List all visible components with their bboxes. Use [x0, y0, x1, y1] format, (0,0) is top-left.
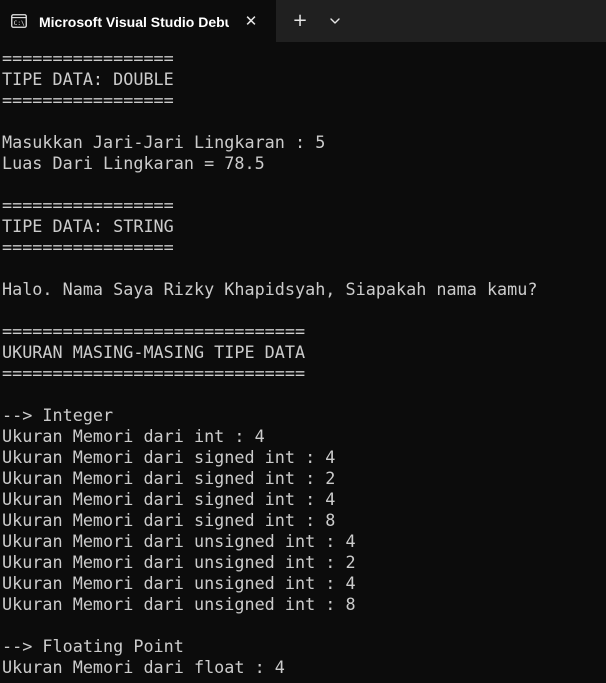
- console-line: Ukuran Memori dari unsigned int : 4: [2, 573, 356, 593]
- console-line: ==============================: [2, 321, 306, 341]
- console-line: =================: [2, 195, 174, 215]
- console-line: =================: [2, 48, 174, 68]
- tab-title: Microsoft Visual Studio Debug Console: [39, 14, 229, 30]
- console-line: Halo. Nama Saya Rizky Khapidsyah, Siapak…: [2, 279, 538, 299]
- console-tab[interactable]: C:\ Microsoft Visual Studio Debug Consol…: [0, 0, 276, 42]
- console-line: Ukuran Memori dari signed int : 4: [2, 447, 336, 467]
- console-line: Masukkan Jari-Jari Lingkaran : 5: [2, 132, 326, 152]
- console-line: Ukuran Memori dari signed int : 4: [2, 489, 336, 509]
- console-line: TIPE DATA: STRING: [2, 216, 174, 236]
- console-output[interactable]: ================= TIPE DATA: DOUBLE ====…: [0, 42, 606, 683]
- console-line: Luas Dari Lingkaran = 78.5: [2, 153, 265, 173]
- console-line: =================: [2, 237, 174, 257]
- console-line: Ukuran Memori dari unsigned int : 8: [2, 594, 356, 614]
- console-line: Ukuran Memori dari signed int : 8: [2, 510, 336, 530]
- chevron-down-icon[interactable]: [323, 9, 347, 33]
- console-line: --> Floating Point: [2, 636, 184, 656]
- console-line: --> Integer: [2, 405, 114, 425]
- console-line: UKURAN MASING-MASING TIPE DATA: [2, 342, 306, 362]
- svg-text:C:\: C:\: [14, 20, 25, 27]
- console-line: TIPE DATA: DOUBLE: [2, 69, 174, 89]
- close-tab-button[interactable]: ✕: [241, 11, 261, 31]
- console-line: Ukuran Memori dari float : 4: [2, 657, 285, 677]
- console-line: Ukuran Memori dari unsigned int : 2: [2, 552, 356, 572]
- console-line: Ukuran Memori dari int : 4: [2, 426, 265, 446]
- title-bar: C:\ Microsoft Visual Studio Debug Consol…: [0, 0, 606, 42]
- console-line: Ukuran Memori dari unsigned int : 4: [2, 531, 356, 551]
- console-window: C:\ Microsoft Visual Studio Debug Consol…: [0, 0, 606, 683]
- terminal-icon: C:\: [11, 14, 27, 28]
- console-line: Ukuran Memori dari signed int : 2: [2, 468, 336, 488]
- new-tab-button[interactable]: +: [287, 9, 313, 33]
- console-line: =================: [2, 90, 174, 110]
- console-line: ==============================: [2, 363, 306, 383]
